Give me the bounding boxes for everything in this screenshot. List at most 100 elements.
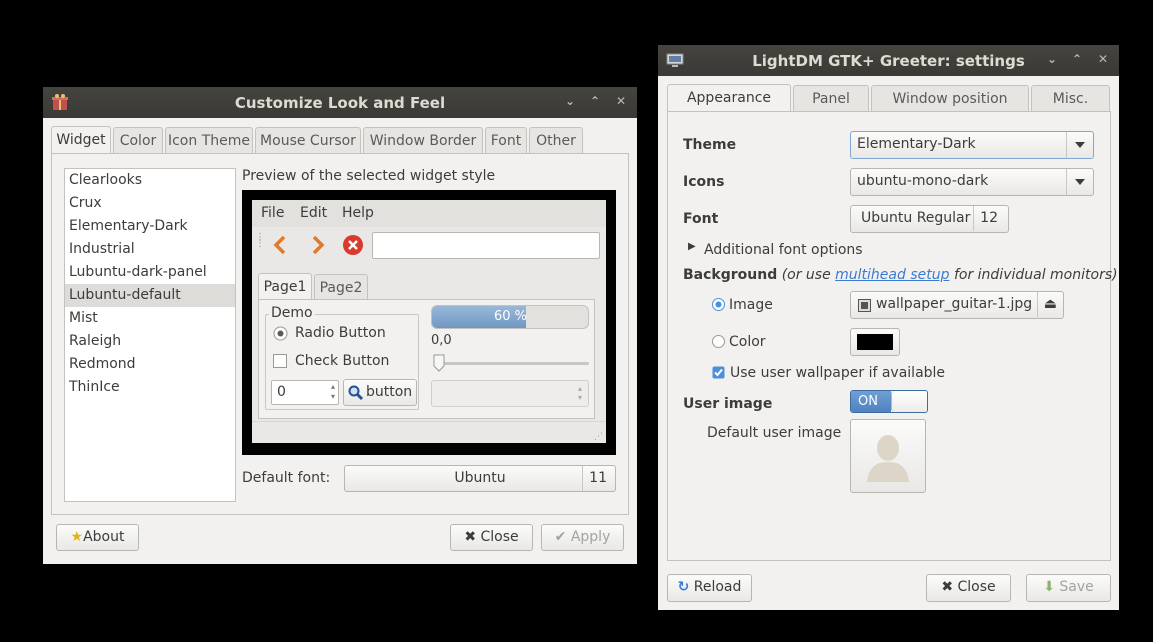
- theme-combo[interactable]: Elementary-Dark: [850, 131, 1094, 159]
- theme-list-item[interactable]: Redmond: [65, 353, 235, 376]
- tab-window-position[interactable]: Window position: [871, 85, 1029, 111]
- forward-arrow-icon[interactable]: [310, 235, 326, 255]
- resize-grip-icon[interactable]: ⋰: [594, 432, 603, 442]
- close-window-button[interactable]: ✕: [614, 94, 628, 108]
- disabled-combo[interactable]: ▴ ▾: [431, 380, 589, 407]
- theme-list-item[interactable]: Raleigh: [65, 330, 235, 353]
- demo-frame-label: Demo: [269, 305, 315, 321]
- x-mark-icon: ✖: [464, 529, 477, 545]
- theme-list-item[interactable]: Crux: [65, 192, 235, 215]
- color-radio-label: Color: [729, 334, 766, 350]
- save-button[interactable]: ⬇ Save: [1026, 574, 1111, 602]
- theme-list-item[interactable]: Industrial: [65, 238, 235, 261]
- right-close-button[interactable]: ✖ Close: [926, 574, 1011, 602]
- chevron-down-icon: [1066, 132, 1093, 158]
- right-titlebar[interactable]: LightDM GTK+ Greeter: settings ⌄ ⌃ ✕: [658, 45, 1119, 76]
- x-mark-icon: ✖: [941, 579, 954, 595]
- checkmark-icon: ✔: [554, 529, 567, 545]
- stop-icon[interactable]: [342, 234, 364, 256]
- default-font-label: Default font:: [242, 470, 331, 486]
- user-image-switch[interactable]: ON: [850, 390, 928, 413]
- tab-other[interactable]: Other: [529, 127, 583, 153]
- default-user-image-label: Default user image: [707, 425, 842, 441]
- default-user-image-button[interactable]: [850, 419, 926, 493]
- theme-list-item[interactable]: Lubuntu-dark-panel: [65, 261, 235, 284]
- save-download-icon: ⬇: [1043, 579, 1055, 595]
- font-size-value: 11: [582, 466, 607, 491]
- preview-statusbar: ⋰: [252, 421, 606, 444]
- theme-list-item[interactable]: Elementary-Dark: [65, 215, 235, 238]
- menu-file[interactable]: File: [261, 205, 284, 221]
- widget-tab-page: Clearlooks Crux Elementary-Dark Industrial L…: [51, 153, 629, 515]
- preview-label: Preview of the selected widget style: [242, 168, 496, 184]
- close-window-button[interactable]: ✕: [1096, 52, 1110, 66]
- check-button-unchecked[interactable]: [273, 354, 288, 369]
- spin-button[interactable]: 0 ▴ ▾: [271, 380, 339, 405]
- default-font-button[interactable]: Ubuntu 11: [344, 465, 616, 492]
- combo-updown-icon: ▴ ▾: [577, 384, 582, 402]
- scale-value: 0,0: [431, 333, 452, 348]
- reload-icon: ↻: [677, 579, 690, 595]
- preview-search-button[interactable]: button: [343, 379, 417, 406]
- switch-knob: [891, 391, 927, 412]
- theme-list-item[interactable]: ThinIce: [65, 376, 235, 399]
- star-icon: ★: [70, 529, 84, 545]
- about-button[interactable]: ★About: [56, 524, 139, 551]
- maximize-button[interactable]: ⌃: [1070, 52, 1084, 66]
- menu-help[interactable]: Help: [342, 205, 374, 221]
- tab-icon-theme[interactable]: Icon Theme: [165, 127, 253, 153]
- tab-font[interactable]: Font: [485, 127, 527, 153]
- tab-widget[interactable]: Widget: [51, 126, 111, 154]
- back-arrow-icon[interactable]: [272, 235, 288, 255]
- minimize-button[interactable]: ⌄: [1045, 52, 1059, 66]
- tab-panel[interactable]: Panel: [793, 85, 869, 111]
- multihead-setup-link[interactable]: multihead setup: [835, 267, 949, 283]
- additional-font-options[interactable]: Additional font options: [704, 242, 863, 258]
- toolbar-grip-icon: ⋮ ⋮: [255, 232, 265, 249]
- preview-toolbar: ⋮ ⋮: [252, 229, 606, 261]
- font-label: Font: [683, 211, 719, 227]
- left-titlebar[interactable]: Customize Look and Feel ⌄ ⌃ ✕: [43, 87, 637, 118]
- left-close-button[interactable]: ✖ Close: [450, 524, 533, 551]
- maximize-button[interactable]: ⌃: [588, 94, 602, 108]
- slider-trough[interactable]: [435, 362, 589, 365]
- open-file-icon: ⏏: [1036, 292, 1057, 317]
- color-button[interactable]: [850, 328, 900, 356]
- check-button-label: Check Button: [295, 353, 390, 369]
- color-radio-unchecked[interactable]: [712, 335, 725, 348]
- icons-label: Icons: [683, 174, 725, 190]
- image-radio-checked[interactable]: [712, 298, 725, 311]
- tab-window-border[interactable]: Window Border: [363, 127, 483, 153]
- font-size-value: 12: [973, 206, 998, 231]
- tab-color[interactable]: Color: [113, 127, 163, 153]
- theme-list-item[interactable]: Mist: [65, 307, 235, 330]
- reload-button[interactable]: ↻ Reload: [667, 574, 752, 602]
- chevron-down-icon: [1066, 169, 1093, 195]
- left-window-title: Customize Look and Feel: [234, 94, 446, 112]
- spin-arrows-icon[interactable]: ▴ ▾: [331, 382, 335, 402]
- preview-tab-page1[interactable]: Page1: [258, 273, 312, 301]
- apply-button[interactable]: ✔ Apply: [541, 524, 624, 551]
- tab-misc[interactable]: Misc.: [1031, 85, 1110, 111]
- preview-tab-page2[interactable]: Page2: [314, 274, 368, 300]
- background-row: Background (or use multihead setup for i…: [683, 267, 1118, 283]
- radio-button-checked[interactable]: [273, 326, 288, 341]
- theme-list-item[interactable]: Clearlooks: [65, 169, 235, 192]
- magnifier-icon: [348, 385, 364, 401]
- tab-mouse-cursor[interactable]: Mouse Cursor: [255, 127, 361, 153]
- theme-list[interactable]: Clearlooks Crux Elementary-Dark Industrial L…: [64, 168, 236, 502]
- image-file-button[interactable]: wallpaper_guitar-1.jpg ⏏: [850, 291, 1064, 319]
- menu-edit[interactable]: Edit: [300, 205, 327, 221]
- preview-window: File Edit Help ⋮ ⋮ Page1 Page2 Demo Radi…: [252, 200, 606, 443]
- use-wallpaper-checkbox-checked[interactable]: [712, 366, 725, 379]
- minimize-button[interactable]: ⌄: [563, 94, 577, 108]
- font-button[interactable]: Ubuntu Regular 12: [850, 205, 1009, 233]
- preview-toolbar-entry[interactable]: [372, 232, 600, 259]
- slider-handle[interactable]: [433, 354, 445, 372]
- theme-list-item[interactable]: Lubuntu-default: [65, 284, 235, 307]
- expander-arrow-icon[interactable]: ▶: [688, 241, 696, 252]
- icons-combo[interactable]: ubuntu-mono-dark: [850, 168, 1094, 196]
- background-hint-post: for individual monitors): [953, 267, 1118, 283]
- tab-appearance[interactable]: Appearance: [667, 84, 791, 112]
- use-wallpaper-label: Use user wallpaper if available: [730, 365, 946, 381]
